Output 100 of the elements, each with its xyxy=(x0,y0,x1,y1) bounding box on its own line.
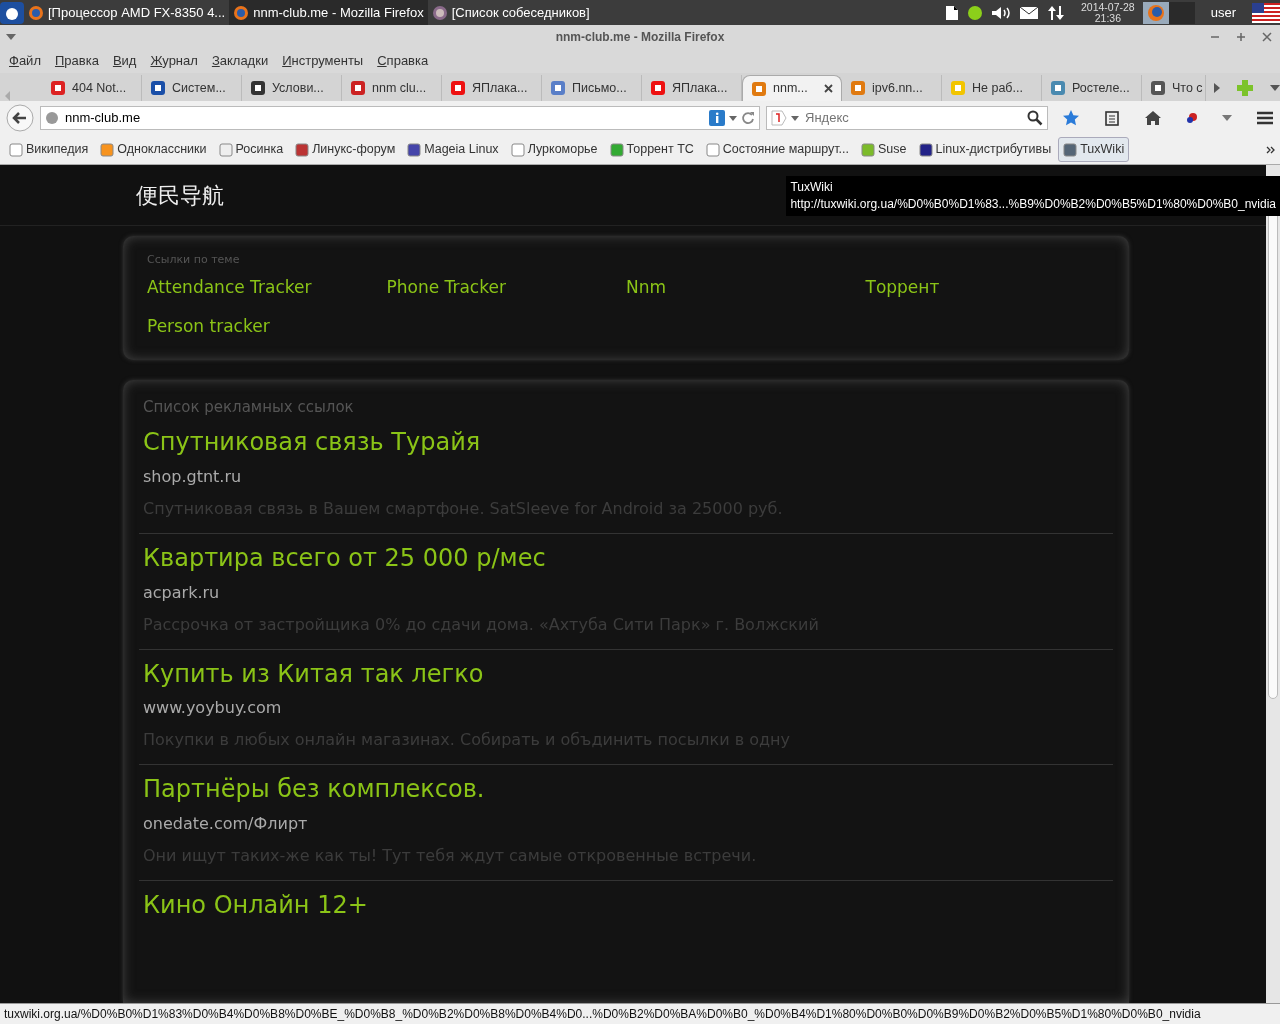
related-link[interactable]: Person tracker xyxy=(147,314,270,340)
reload-icon[interactable] xyxy=(741,111,755,125)
related-link[interactable]: Phone Tracker xyxy=(386,274,506,300)
search-box[interactable]: Яндекс xyxy=(766,106,1048,130)
volume-icon[interactable] xyxy=(991,4,1011,21)
dropdown-caret-icon[interactable] xyxy=(791,115,799,121)
dropdown-caret-icon[interactable] xyxy=(729,115,737,121)
tab-list-caret-icon[interactable] xyxy=(1270,85,1280,91)
page-icon xyxy=(150,80,166,96)
related-link[interactable]: Attendance Tracker xyxy=(147,274,312,300)
menu-item[interactable]: Вид xyxy=(107,51,146,71)
page-icon xyxy=(250,80,266,96)
menu-item[interactable]: Закладки xyxy=(206,51,278,71)
window-menu-caret-icon[interactable] xyxy=(6,34,16,40)
ad-domain: www.yoybuy.com xyxy=(143,697,283,720)
maximize-icon[interactable] xyxy=(1236,32,1246,42)
page-icon xyxy=(450,80,466,96)
ad-domain: shop.gtnt.ru xyxy=(143,465,243,488)
close-icon[interactable] xyxy=(824,84,833,93)
bookmark-icon xyxy=(9,142,23,157)
ad-title[interactable]: Купить из Китая так легко xyxy=(143,659,484,688)
clipboard-icon[interactable] xyxy=(1104,110,1120,126)
bookmark-item[interactable]: Linux-дистрибутивы xyxy=(913,137,1057,162)
ad-title[interactable]: Квартира всего от 25 000 р/мес xyxy=(143,543,546,572)
search-field[interactable]: Яндекс xyxy=(803,107,1023,129)
browser-tab[interactable]: nnm... xyxy=(742,75,842,101)
document-icon[interactable] xyxy=(945,4,959,21)
page-icon xyxy=(550,80,566,96)
user-name: user xyxy=(1209,3,1237,22)
bookmark-icon xyxy=(918,142,933,157)
home-icon[interactable] xyxy=(1144,110,1162,126)
mail-icon[interactable] xyxy=(1019,5,1039,20)
bookmark-icon xyxy=(100,142,115,157)
bookmark-item[interactable]: Луркоморье xyxy=(505,137,603,162)
search-icon[interactable] xyxy=(1027,110,1043,126)
ad-domain: acpark.ru xyxy=(143,581,221,604)
info-icon[interactable] xyxy=(709,110,725,126)
menu-icon[interactable] xyxy=(1256,111,1274,125)
clock-time: 21:36 xyxy=(1094,12,1121,24)
page-icon xyxy=(650,80,666,96)
bookmark-item[interactable]: Suse xyxy=(856,137,912,162)
bookmark-item[interactable]: Википедия xyxy=(4,137,94,162)
related-link[interactable]: Торрент xyxy=(865,274,940,300)
related-link[interactable]: Nnm xyxy=(626,274,667,300)
bookmark-item[interactable]: Состояние маршрут... xyxy=(700,137,854,162)
bookmark-icon xyxy=(705,142,720,157)
site-logo[interactable]: 便民导航 xyxy=(136,178,224,212)
address-bar[interactable]: nnm-club.me xyxy=(40,106,760,130)
bookmark-icon xyxy=(861,142,875,157)
bookmark-icon xyxy=(295,142,310,157)
bookmark-icon xyxy=(609,142,624,157)
bookmark-item[interactable]: Росинка xyxy=(213,137,289,162)
app-icon xyxy=(233,4,250,21)
tooltip-url: http://tuxwiki.org.ua/%D0%B0%D1%83...%B9%D0%B2%D0%B5%D1%80%D0%B0_nvidia xyxy=(790,196,1276,213)
page-icon xyxy=(350,80,366,96)
page-icon xyxy=(850,80,866,96)
star-icon[interactable] xyxy=(1062,109,1080,127)
panel-heading: Список рекламных ссылок xyxy=(142,396,355,418)
page-icon xyxy=(1050,80,1066,96)
bookmark-item[interactable]: Торрент ТС xyxy=(604,137,699,162)
page-icon xyxy=(950,80,966,96)
menu-item[interactable]: Журнал xyxy=(145,51,207,71)
tooltip-title: TuxWiki xyxy=(790,179,834,196)
bookmark-icon xyxy=(510,142,525,157)
addon-icon[interactable] xyxy=(1186,112,1198,124)
taskbar-button[interactable]: [Список собеседников] xyxy=(427,0,594,25)
flag-icon xyxy=(1252,2,1280,23)
bookmark-item[interactable]: Одноклассники xyxy=(95,137,212,162)
menu-item[interactable]: Файл xyxy=(4,51,50,71)
bookmark-item[interactable]: Mageia Linux xyxy=(402,137,504,162)
ad-domain: onedate.com/Флирт xyxy=(143,813,309,836)
taskbar-button[interactable]: nnm-club.me - Mozilla Firefox xyxy=(229,0,428,25)
bookmark-icon xyxy=(407,142,422,157)
address-input[interactable]: nnm-club.me xyxy=(63,107,705,129)
status-dot-icon[interactable] xyxy=(967,4,983,21)
bookmark-icon xyxy=(218,142,233,157)
ad-title[interactable]: Кино Онлайн 12+ xyxy=(143,891,368,920)
start-menu-icon[interactable] xyxy=(0,1,24,24)
close-icon[interactable] xyxy=(1262,32,1272,42)
menu-item[interactable]: Справка xyxy=(372,51,438,71)
app-icon xyxy=(28,4,44,21)
bookmark-item[interactable]: TuxWiki xyxy=(1058,137,1130,162)
status-url: tuxwiki.org.ua/%D0%B0%D1%83%D0%B4%D0%B8%D0%BE_%D0%B8_%D0%B2%D0%B8%D0%B4%D0...%D0%B2%D0%BA%D0%B0_%D0%B4%D1%80%D0%B0%D0%B9%D0%B2%D0%B5%D1%80%D0%B0_nvidia xyxy=(4,1006,1201,1023)
menu-item[interactable]: Правка xyxy=(49,51,108,71)
app-icon xyxy=(431,4,448,21)
page-icon xyxy=(1150,80,1166,96)
ad-title[interactable]: Спутниковая связь Турайя xyxy=(143,428,481,456)
chevron-more-icon[interactable] xyxy=(1266,145,1276,154)
firefox-icon[interactable] xyxy=(1142,1,1169,24)
scroll-right-icon[interactable] xyxy=(1214,83,1220,93)
ad-title[interactable]: Партнёры без комплексов. xyxy=(143,775,485,804)
bookmark-item[interactable]: Линукс-форум xyxy=(290,137,401,162)
bookmark-icon xyxy=(1063,142,1078,157)
dropdown-caret-icon[interactable] xyxy=(1222,115,1232,121)
panel-heading: Ссылки по теме xyxy=(147,252,241,268)
page-icon xyxy=(50,80,66,96)
menu-item[interactable]: Инструменты xyxy=(277,51,373,71)
taskbar-button[interactable]: [Процессор AMD FX-8350 4... xyxy=(24,0,230,25)
window-title: nnm-club.me - Mozilla Firefox xyxy=(555,29,725,46)
network-arrows-icon[interactable] xyxy=(1047,3,1065,22)
